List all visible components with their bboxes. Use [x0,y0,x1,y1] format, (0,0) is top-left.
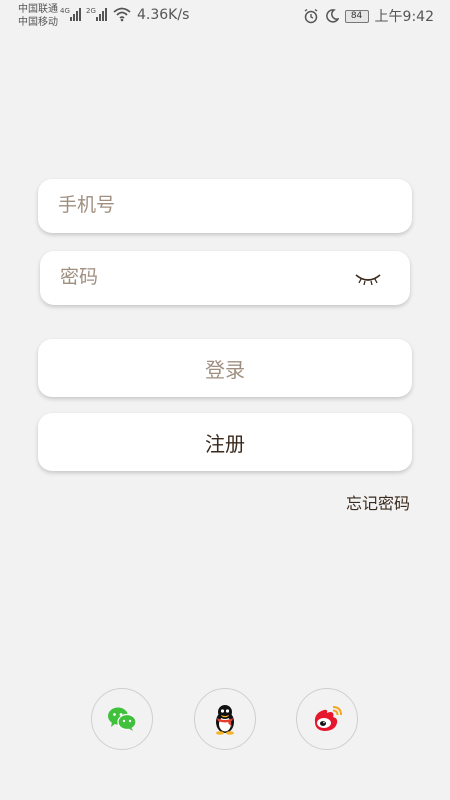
phone-input[interactable] [38,179,318,231]
password-field-container [40,251,410,305]
qq-login-button[interactable] [194,688,256,750]
battery-indicator: 84 [344,9,369,23]
wifi-icon [113,7,131,22]
carrier-2: 中国移动 [18,17,58,28]
weibo-login-button[interactable] [296,688,358,750]
phone-field-container [38,179,412,233]
signal-2g-icon: 2G [86,7,107,21]
login-button[interactable]: 登录 [38,339,412,397]
alarm-icon [304,8,317,24]
qq-icon [216,705,234,735]
moon-icon [325,9,339,23]
clock: 上午9:42 [374,9,434,25]
carrier-info: 中国联通 中国移动 [18,3,58,29]
wechat-login-button[interactable] [91,688,153,750]
network-type-4g: 4G [60,7,70,15]
carrier-1: 中国联通 [18,4,58,15]
forgot-password-link[interactable]: 忘记密码 [346,490,410,514]
network-type-2g: 2G [86,7,96,15]
register-button[interactable]: 注册 [38,413,412,471]
status-right: 84 上午9:42 [303,6,434,26]
status-bar: 中国联通 中国移动 4G 2G 4.36K/s 84 上午9:42 [0,0,450,32]
network-speed: 4.36K/s [137,7,190,23]
password-input[interactable] [40,251,320,303]
eye-closed-icon[interactable] [354,271,382,287]
weibo-icon [314,706,342,731]
wechat-icon [108,707,137,731]
signal-4g-icon: 4G [60,7,81,21]
